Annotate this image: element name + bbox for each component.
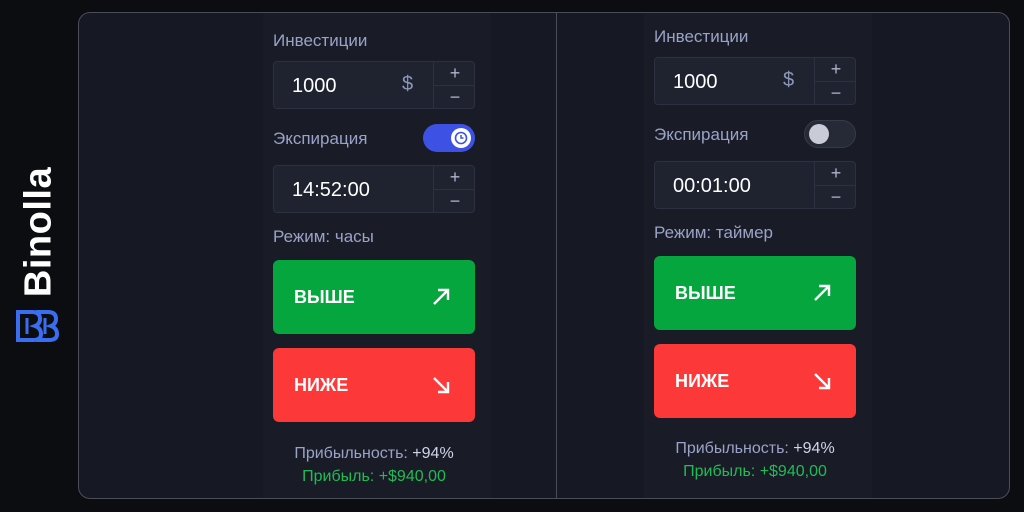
profitability-value: +94% bbox=[793, 440, 835, 457]
investment-minus-button[interactable]: − bbox=[434, 86, 476, 109]
profit-text: Прибыль: +$940,00 bbox=[273, 468, 475, 486]
profitability-label: Прибыльность: bbox=[294, 445, 408, 462]
investment-plus-button[interactable]: + bbox=[815, 58, 857, 81]
investment-minus-button[interactable]: − bbox=[815, 82, 857, 105]
investment-field[interactable]: 1000 $ + − bbox=[654, 57, 856, 105]
profit-text: Прибыль: +$940,00 bbox=[654, 463, 856, 481]
profitability-text: Прибыльность: +94% bbox=[273, 445, 475, 463]
time-minus-button[interactable]: − bbox=[434, 190, 476, 213]
profitability-text: Прибыльность: +94% bbox=[654, 440, 856, 458]
arrow-up-right-icon bbox=[814, 284, 831, 301]
higher-button[interactable]: ВЫШЕ bbox=[654, 256, 856, 330]
profitability-label: Прибыльность: bbox=[675, 440, 789, 457]
expiration-label: Экспирация bbox=[273, 129, 368, 148]
lower-button-label: НИЖЕ bbox=[294, 375, 349, 395]
mode-label: Режим: таймер bbox=[654, 223, 773, 242]
lower-button[interactable]: НИЖЕ bbox=[654, 344, 856, 418]
investment-label: Инвестиции bbox=[273, 31, 368, 50]
time-plus-button[interactable]: + bbox=[815, 162, 857, 185]
divider bbox=[556, 13, 557, 498]
binolla-logo-icon bbox=[16, 310, 60, 342]
time-field[interactable]: 14:52:00 + − bbox=[273, 165, 475, 213]
toggle-knob bbox=[451, 128, 471, 148]
higher-button-label: ВЫШЕ bbox=[675, 283, 736, 303]
investment-value[interactable]: 1000 bbox=[673, 71, 718, 94]
profit-label: Прибыль: bbox=[302, 468, 375, 485]
arrow-up-right-icon bbox=[433, 288, 450, 305]
time-field[interactable]: 00:01:00 + − bbox=[654, 161, 856, 209]
time-plus-button[interactable]: + bbox=[434, 166, 476, 189]
higher-button[interactable]: ВЫШЕ bbox=[273, 260, 475, 334]
investment-field[interactable]: 1000 $ + − bbox=[273, 61, 475, 109]
toggle-knob bbox=[809, 124, 829, 144]
investment-label: Инвестиции bbox=[654, 27, 749, 46]
expiration-label: Экспирация bbox=[654, 125, 749, 144]
arrow-down-right-icon bbox=[814, 373, 831, 390]
time-value[interactable]: 00:01:00 bbox=[673, 175, 751, 198]
mode-label: Режим: часы bbox=[273, 227, 374, 246]
higher-button-label: ВЫШЕ bbox=[294, 287, 355, 307]
lower-button[interactable]: НИЖЕ bbox=[273, 348, 475, 422]
brand-name: Binolla bbox=[17, 166, 60, 298]
time-value[interactable]: 14:52:00 bbox=[292, 179, 370, 202]
arrow-down-right-icon bbox=[433, 377, 450, 394]
profit-value: +$940,00 bbox=[378, 468, 446, 485]
clock-icon bbox=[454, 131, 468, 145]
lower-button-label: НИЖЕ bbox=[675, 371, 730, 391]
time-minus-button[interactable]: − bbox=[815, 186, 857, 209]
investment-value[interactable]: 1000 bbox=[292, 75, 337, 98]
profitability-value: +94% bbox=[412, 445, 454, 462]
currency-icon: $ bbox=[402, 73, 414, 95]
profit-label: Прибыль: bbox=[683, 463, 756, 480]
currency-icon: $ bbox=[783, 69, 795, 91]
expiration-toggle[interactable] bbox=[423, 124, 475, 152]
brand-sidebar: Binolla bbox=[0, 0, 78, 512]
expiration-toggle[interactable] bbox=[804, 120, 856, 148]
investment-plus-button[interactable]: + bbox=[434, 62, 476, 85]
profit-value: +$940,00 bbox=[759, 463, 827, 480]
comparison-frame: Инвестиции 1000 $ + − Экспирация 14:52:0… bbox=[78, 12, 1010, 499]
